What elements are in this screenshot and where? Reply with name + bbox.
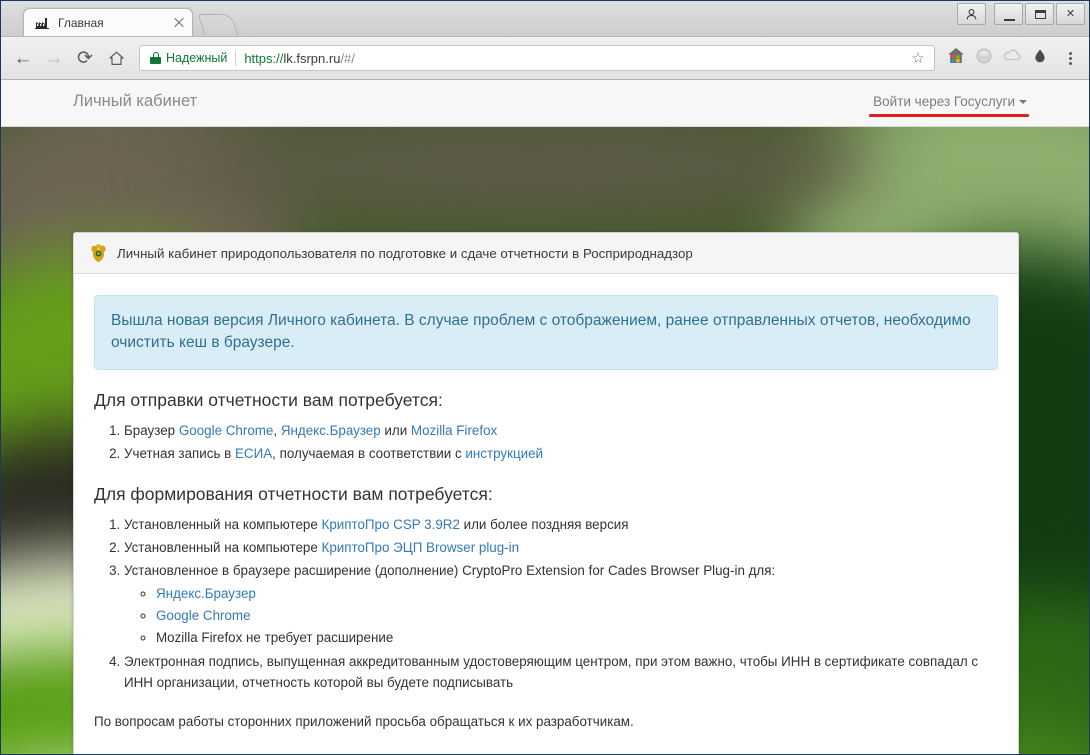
inline-link[interactable]: Яндекс.Браузер — [281, 423, 381, 438]
paragraph-contacts: По вопросам работы «Личного кабинета» - … — [94, 750, 998, 754]
home-button[interactable] — [102, 44, 130, 72]
annotation-underline — [869, 114, 1029, 117]
inline-text: Установленный на компьютере — [124, 540, 322, 556]
tab-close-icon[interactable] — [172, 16, 186, 30]
window-controls: ✕ — [957, 3, 1085, 25]
omnibox-divider — [235, 50, 237, 66]
section-1-heading: Для отправки отчетности вам потребуется: — [94, 389, 443, 410]
inline-link[interactable]: portal.rpn@mail.ru — [504, 753, 614, 754]
sub-list-item: Mozilla Firefox не требует расширение — [156, 627, 998, 649]
browser-tab[interactable]: Главная — [23, 8, 193, 36]
inline-text: или более поздняя версия — [459, 517, 629, 533]
forward-button[interactable]: → — [40, 44, 68, 72]
browser-window: Главная ✕ ← → ⟳ Надежный https://lk.fsrp… — [0, 0, 1090, 755]
forward-arrow-icon: → — [44, 47, 64, 69]
minimize-icon — [1004, 16, 1015, 21]
close-button[interactable]: ✕ — [1056, 3, 1085, 25]
reload-button[interactable]: ⟳ — [71, 44, 99, 72]
inline-link[interactable]: КриптоПро CSP 3.9R2 — [322, 517, 460, 532]
tab-title: Главная — [58, 15, 104, 30]
list-item: Установленный на компьютере КриптоПро ЭЦ… — [124, 537, 998, 559]
inline-link[interactable]: инструкцией — [465, 446, 543, 461]
factory-icon — [34, 15, 50, 31]
requirements-list-sending: Браузер Google Chrome, Яндекс.Браузер ил… — [94, 420, 998, 464]
user-icon — [958, 4, 985, 24]
inline-link[interactable]: КриптоПро ЭЦП Browser plug-in — [322, 540, 520, 555]
card-body: Вышла новая версия Личного кабинета. В с… — [74, 274, 1018, 754]
inline-text: Электронная подпись, выпущенная аккредит… — [124, 653, 979, 691]
inline-link[interactable]: 8 (916) 496-11-07 — [695, 753, 801, 754]
inline-link[interactable]: Google Chrome — [156, 608, 251, 623]
inline-text: или — [380, 422, 411, 438]
close-icon: ✕ — [1065, 7, 1076, 20]
content-card: Личный кабинет природопользователя по по… — [73, 232, 1019, 754]
list-item: Браузер Google Chrome, Яндекс.Браузер ил… — [124, 420, 998, 442]
inline-link[interactable]: ЕСИА — [235, 446, 272, 461]
inline-link[interactable]: Mozilla Firefox — [411, 423, 497, 438]
star-icon[interactable]: ☆ — [908, 49, 928, 67]
list-item: Учетная запись в ЕСИА, получаемая в соот… — [124, 443, 998, 465]
windows-home-extension-icon[interactable] — [945, 45, 971, 71]
maximize-icon — [1035, 10, 1046, 19]
back-arrow-icon: ← — [13, 47, 33, 69]
back-button[interactable]: ← — [9, 44, 37, 72]
list-item: Электронная подпись, выпущенная аккредит… — [124, 651, 998, 694]
droplet-extension-icon[interactable] — [1029, 45, 1055, 71]
reload-icon: ⟳ — [77, 47, 93, 69]
list-item: Установленный на компьютере КриптоПро CS… — [124, 514, 998, 536]
inline-text: Установленное в браузере расширение (доп… — [124, 562, 776, 578]
security-label: Надежный — [166, 51, 228, 65]
login-via-gosuslugi-link[interactable]: Войти через Госуслуги — [873, 94, 1027, 109]
paragraph-third-party: По вопросам работы сторонних приложений … — [94, 711, 998, 733]
sub-list: Яндекс.Браузер Google Chrome Mozilla Firef… — [124, 583, 998, 648]
section-2-heading: Для формирования отчетности вам потребуе… — [94, 484, 493, 505]
card-header-title: Личный кабинет природопользователя по по… — [117, 245, 693, 261]
url-host: lk.fsrpn.ru — [283, 50, 341, 66]
inline-link[interactable]: Яндекс.Браузер — [156, 586, 256, 601]
inline-text: Установленный на компьютере — [124, 517, 322, 533]
info-alert: Вышла новая версия Личного кабинета. В с… — [94, 295, 998, 370]
grey-circle-extension-icon[interactable] — [973, 45, 999, 71]
inline-text: Mozilla Firefox не требует расширение — [156, 629, 394, 645]
title-bar: Главная ✕ — [1, 1, 1089, 37]
login-link-label: Войти через Госуслуги — [873, 94, 1015, 109]
inline-text: Браузер — [124, 422, 179, 438]
address-bar[interactable]: Надежный https://lk.fsrpn.ru/#/ ☆ — [139, 45, 935, 71]
url-path: /#/ — [340, 50, 355, 66]
inline-text: , — [273, 422, 281, 438]
new-tab-button[interactable] — [197, 14, 239, 35]
user-account-button[interactable] — [957, 3, 986, 25]
card-header: Личный кабинет природопользователя по по… — [74, 233, 1018, 274]
page-title: Личный кабинет — [73, 92, 198, 110]
chevron-down-icon — [1019, 100, 1027, 105]
inline-text: или по тел.: — [614, 753, 695, 754]
inline-link[interactable]: Google Chrome — [179, 423, 274, 438]
three-dots-menu-icon[interactable] — [1059, 45, 1081, 71]
inline-text: По вопросам работы «Личного кабинета» - … — [94, 753, 504, 754]
requirements-list-forming: Установленный на компьютере КриптоПро CS… — [94, 514, 998, 694]
sub-list-item: Google Chrome — [156, 605, 998, 627]
cloud-extension-icon[interactable] — [1001, 45, 1027, 71]
inline-text: , получаемая в соответствии с — [272, 445, 466, 461]
maximize-button[interactable] — [1025, 3, 1054, 25]
lock-icon — [150, 52, 161, 64]
page-viewport: Личный кабинет Войти через Госуслуги Лич… — [1, 80, 1089, 754]
url-text: https://lk.fsrpn.ru/#/ — [244, 51, 355, 66]
site-navbar: Личный кабинет Войти через Госуслуги — [1, 80, 1089, 127]
list-item: Установленное в браузере расширение (доп… — [124, 560, 998, 649]
inline-text: По вопросам работы сторонних приложений … — [94, 713, 634, 729]
browser-toolbar: ← → ⟳ Надежный https://lk.fsrpn.ru/#/ ☆ — [1, 37, 1089, 80]
inline-text: Учетная запись в — [124, 445, 235, 461]
home-icon — [102, 44, 130, 72]
rospriodnadzor-emblem-icon — [90, 243, 107, 263]
minimize-button[interactable] — [994, 3, 1023, 25]
url-scheme: https:// — [244, 50, 284, 66]
sub-list-item: Яндекс.Браузер — [156, 583, 998, 605]
